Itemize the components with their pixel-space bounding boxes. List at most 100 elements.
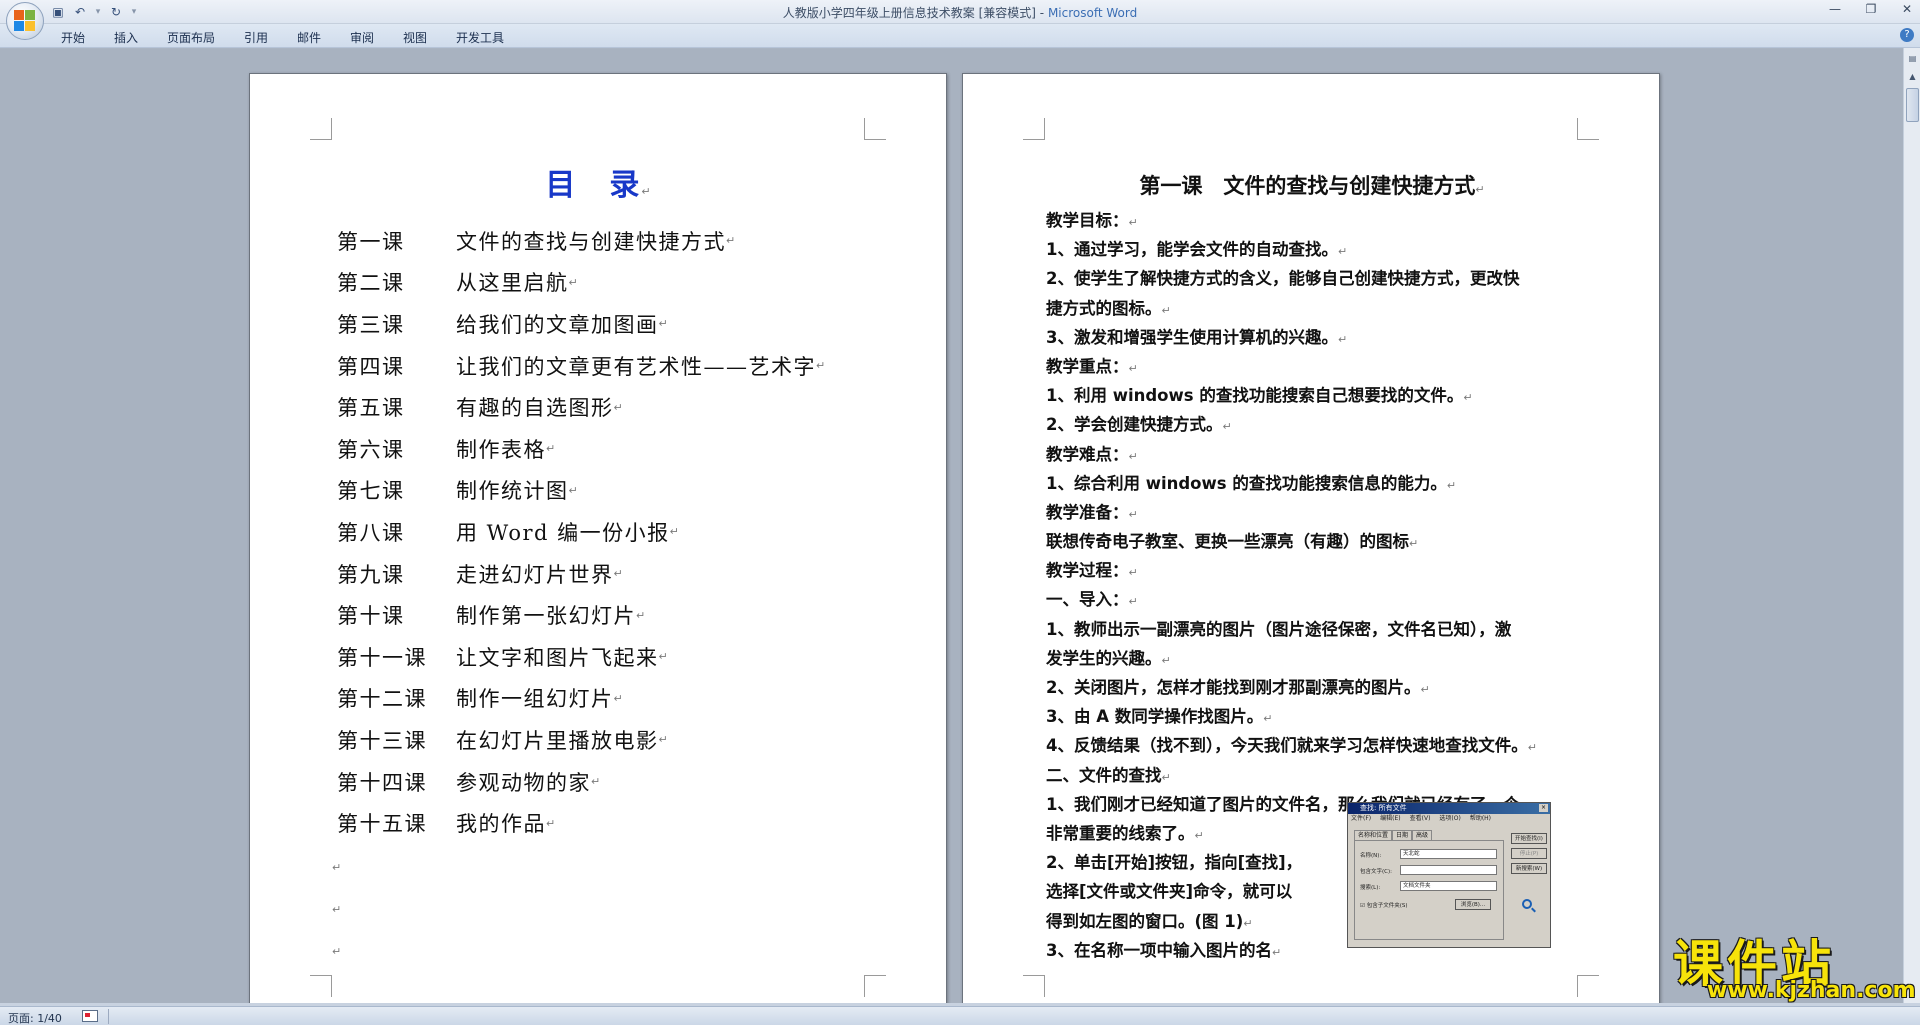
scroll-up-icon[interactable]: ▲: [1906, 70, 1919, 84]
toc-item-number: 第六课: [337, 437, 405, 462]
paragraph-mark: ↵: [1271, 945, 1282, 959]
body-line-text: 1、利用 windows 的查找功能搜索自己想要找的文件。: [1046, 386, 1464, 406]
toc-item-number: 第十三课: [337, 728, 427, 753]
dialog-new-search-button: 新搜索(W): [1511, 863, 1547, 874]
paragraph-mark: ↵: [1194, 828, 1204, 842]
body-line-text: 教学目标：: [1046, 211, 1129, 230]
toc-item: 第十一课 让文字和图片飞起来 ↵: [337, 636, 825, 678]
toc-item-name: 制作统计图: [456, 479, 569, 504]
office-button[interactable]: [6, 2, 44, 40]
crop-mark: [864, 975, 886, 997]
body-line-text: 一、导入：: [1046, 590, 1129, 610]
toc-item-name: 让文字和图片飞起来: [456, 645, 659, 670]
toc-item: 第八课 用 Word 编一份小报 ↵: [337, 511, 825, 553]
body-line-text: 联想传奇电子教室、更换一些漂亮（有趣）的图标: [1046, 532, 1409, 552]
tab-insert[interactable]: 插入: [114, 29, 138, 46]
toc-title: 目 录↵: [250, 160, 946, 204]
toc-item-number: 第五课: [337, 396, 405, 421]
body-line: 教学重点：↵: [1046, 352, 1606, 381]
site-watermark-logo: 课件站 www.kjzhan.com: [1667, 922, 1916, 1006]
toc-item-number: 第一课: [337, 229, 405, 254]
body-line: 1、通过学习，能学会文件的自动查找。↵: [1046, 235, 1606, 264]
paragraph-mark: ↵: [1222, 420, 1232, 434]
paragraph-mark: ↵: [332, 861, 342, 874]
body-line: 捷方式的图标。↵: [1046, 294, 1606, 323]
dialog-name-label: 名称(N):: [1360, 853, 1382, 859]
paragraph-mark: ↵: [1463, 391, 1473, 405]
page-indicator[interactable]: 页面: 1/40: [8, 1010, 62, 1025]
dialog-menu-item: 帮助(H): [1469, 815, 1492, 822]
paragraph-mark: ↵: [1527, 741, 1537, 755]
toc-item-number: 第十四课: [337, 770, 427, 795]
paragraph-mark: ↵: [1128, 566, 1138, 580]
dialog-panel: 名称(N): 天北蛇 包含文字(C): 搜索(L): 文档文件夹 ☑ 包含子文件…: [1354, 840, 1504, 940]
page-lesson-1[interactable]: 第一课 文件的查找与创建快捷方式↵ 教学目标：↵ 1、通过学习，能学会文件的自动…: [962, 73, 1660, 1013]
lesson-title-text: 第一课 文件的查找与创建快捷方式: [1139, 174, 1476, 198]
tab-mailings[interactable]: 邮件: [297, 29, 321, 46]
body-line-text: 2、学会创建快捷方式。: [1046, 415, 1223, 435]
tab-home[interactable]: 开始: [61, 29, 85, 46]
dialog-tab: 日期: [1392, 830, 1413, 840]
lesson-title: 第一课 文件的查找与创建快捷方式↵: [963, 170, 1659, 200]
toc-item-number: 第十课: [337, 604, 405, 629]
toc-item-name: 在幻灯片里播放电影: [456, 728, 659, 753]
paragraph-mark: ↵: [816, 359, 826, 373]
crop-mark: [1023, 975, 1045, 997]
body-line-text: 3、由 A 数同学操作找图片。: [1046, 707, 1264, 727]
paragraph-mark: ↵: [613, 691, 623, 705]
tab-developer[interactable]: 开发工具: [456, 29, 504, 46]
paragraph-mark: ↵: [568, 275, 578, 289]
toc-item: 第十三课 在幻灯片里播放电影 ↵: [337, 719, 825, 761]
office-logo-icon: [14, 10, 36, 32]
body-line: 二、文件的查找↵: [1046, 761, 1606, 790]
body-line-text: 2、单击[开始]按钮，指向[查找]，: [1046, 853, 1303, 873]
document-title: 人教版小学四年级上册信息技术教案 [兼容模式]: [782, 6, 1036, 20]
paragraph-mark: ↵: [636, 608, 646, 622]
tab-references[interactable]: 引用: [244, 29, 268, 46]
body-line-text: 4、反馈结果（找不到），今天我们就来学习怎样快速地查找文件。: [1046, 736, 1528, 756]
toc-item-number: 第三课: [337, 312, 405, 337]
toc-item: 第十四课 参观动物的家 ↵: [337, 761, 825, 803]
body-line-text: 选择[文件或文件夹]命令，就可以: [1046, 882, 1293, 902]
restore-icon[interactable]: ❐: [1864, 2, 1878, 16]
dialog-name-input: 天北蛇: [1400, 849, 1497, 859]
toc-item-name: 让我们的文章更有艺术性——艺术字: [456, 354, 816, 379]
dialog-menu-item: 选项(O): [1439, 815, 1461, 822]
crop-mark: [1577, 975, 1599, 997]
body-line-text: 二、文件的查找: [1046, 765, 1162, 785]
tab-review[interactable]: 审阅: [350, 29, 374, 46]
close-icon[interactable]: ✕: [1900, 2, 1914, 16]
ruler-toggle-icon[interactable]: ▤: [1906, 52, 1919, 66]
proofing-icon[interactable]: [82, 1010, 98, 1022]
paragraph-mark: ↵: [1475, 183, 1485, 196]
toc-item-number: 第十二课: [337, 687, 427, 712]
body-line: 3、激发和增强学生使用计算机的兴趣。↵: [1046, 323, 1606, 352]
body-line: 1、利用 windows 的查找功能搜索自己想要找的文件。↵: [1046, 381, 1606, 410]
dialog-title-bar: 查找: 所有文件 ×: [1348, 803, 1550, 814]
dialog-lookin-select: 文档文件夹: [1400, 881, 1497, 891]
paragraph-mark: ↵: [658, 733, 668, 747]
scroll-thumb[interactable]: [1906, 88, 1919, 122]
toc-item: 第七课 制作统计图 ↵: [337, 470, 825, 512]
toc-item-number: 第二课: [337, 271, 405, 296]
toc-item-name: 文件的查找与创建快捷方式: [456, 229, 726, 254]
toc-item: 第十五课 我的作品 ↵: [337, 802, 825, 844]
tab-view[interactable]: 视图: [403, 29, 427, 46]
paragraph-mark: ↵: [1337, 245, 1348, 259]
paragraph-mark: ↵: [1128, 449, 1138, 463]
paragraph-mark: ↵: [658, 650, 668, 664]
toc-item-name: 制作表格: [456, 437, 546, 462]
tab-page-layout[interactable]: 页面布局: [167, 29, 215, 46]
toc-item-number: 第四课: [337, 354, 405, 379]
toc-item-number: 第十一课: [337, 645, 427, 670]
document-area: 目 录↵ 第一课 文件的查找与创建快捷方式 ↵ 第二课 从这里启航 ↵ 第三课 给我们的文…: [0, 49, 1903, 1013]
page-toc[interactable]: 目 录↵ 第一课 文件的查找与创建快捷方式 ↵ 第二课 从这里启航 ↵ 第三课 给我们的文…: [249, 73, 947, 1013]
toc-item-number: 第八课: [337, 520, 405, 545]
minimize-icon[interactable]: —: [1828, 2, 1842, 16]
help-icon[interactable]: ?: [1900, 28, 1914, 42]
dialog-find-now-button: 开始查找(I): [1511, 833, 1547, 844]
window-controls: — ❐ ✕: [1828, 2, 1914, 16]
body-line: 教学难点：↵: [1046, 440, 1606, 469]
crop-mark: [864, 118, 886, 140]
vertical-scrollbar[interactable]: ▤ ▲: [1903, 48, 1920, 1003]
